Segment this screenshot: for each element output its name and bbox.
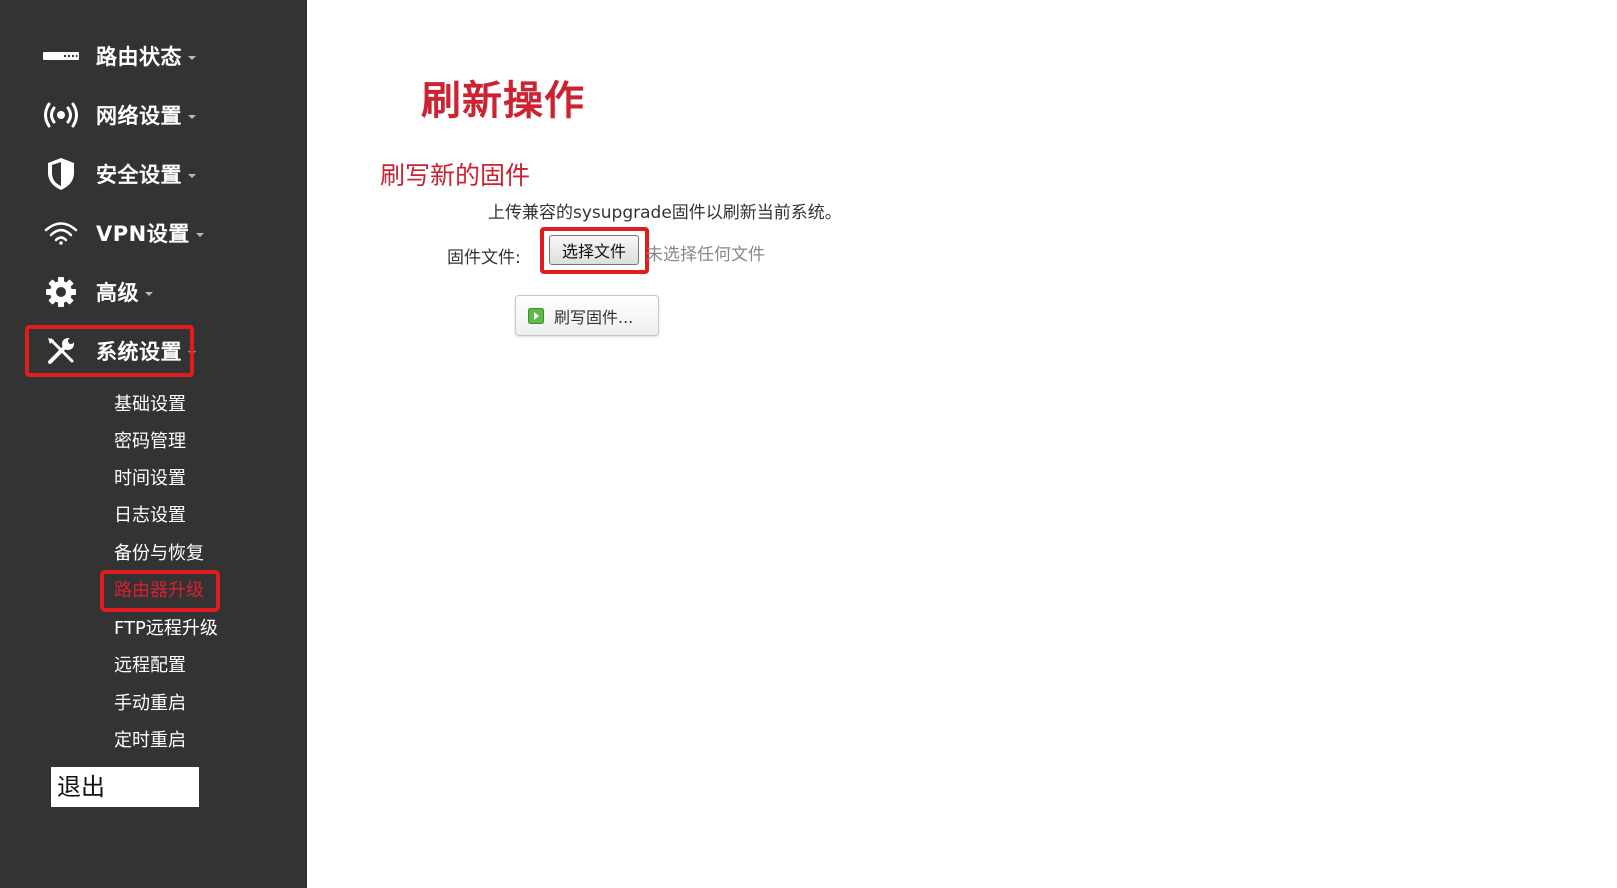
router-icon (40, 38, 82, 74)
wireless-signal-icon (40, 97, 82, 133)
flash-firmware-label: 刷写固件... (554, 307, 634, 327)
shield-icon (40, 156, 82, 192)
logout-button[interactable]: 退出 (51, 767, 199, 807)
nav-item-vpn-settings[interactable]: VPN设置 (40, 213, 204, 253)
gear-icon (40, 274, 82, 310)
submenu-item-ftp-remote-upgrade[interactable]: FTP远程升级 (114, 616, 218, 642)
submenu-item-basic-settings[interactable]: 基础设置 (114, 392, 186, 418)
nav-label: VPN设置 (96, 222, 190, 246)
submenu-item-router-upgrade[interactable]: 路由器升级 (114, 578, 204, 604)
nav-item-advanced[interactable]: 高级 (40, 272, 153, 312)
submenu-item-manual-reboot[interactable]: 手动重启 (114, 691, 186, 717)
nav-label: 路由状态 (96, 45, 182, 69)
caret-down-icon (188, 55, 196, 60)
section-description: 上传兼容的sysupgrade固件以刷新当前系统。 (488, 203, 842, 223)
nav-label: 高级 (96, 281, 139, 305)
nav-item-security-settings[interactable]: 安全设置 (40, 154, 196, 194)
app-root: 路由状态 网络设置 安全设置 VPN设置 高级 系统设置 基础设置 密码管理 时… (0, 0, 1617, 888)
caret-down-icon (195, 232, 204, 237)
no-file-selected-text: 未选择任何文件 (646, 245, 765, 265)
choose-file-button[interactable]: 选择文件 (549, 235, 639, 265)
section-title: 刷写新的固件 (380, 161, 531, 190)
caret-down-icon (188, 114, 196, 119)
nav-label: 系统设置 (96, 340, 182, 364)
tools-icon (40, 333, 82, 369)
caret-down-icon (188, 173, 196, 178)
submenu-item-scheduled-reboot[interactable]: 定时重启 (114, 728, 186, 754)
submenu-item-log-settings[interactable]: 日志设置 (114, 503, 186, 529)
nav-label: 网络设置 (96, 104, 182, 128)
nav-item-system-settings[interactable]: 系统设置 (40, 331, 196, 371)
submenu-item-time-settings[interactable]: 时间设置 (114, 466, 186, 492)
caret-down-icon (145, 291, 153, 296)
firmware-file-label: 固件文件: (447, 248, 521, 268)
submenu-item-backup-restore[interactable]: 备份与恢复 (114, 541, 204, 567)
sidebar: 路由状态 网络设置 安全设置 VPN设置 高级 系统设置 基础设置 密码管理 时… (0, 0, 307, 888)
nav-label: 安全设置 (96, 163, 182, 187)
play-icon (528, 307, 544, 324)
submenu-item-remote-config[interactable]: 远程配置 (114, 653, 186, 679)
wifi-icon (40, 215, 82, 251)
nav-item-router-status[interactable]: 路由状态 (40, 36, 196, 76)
page-title: 刷新操作 (421, 78, 585, 124)
caret-down-icon (188, 350, 196, 355)
submenu-item-password-management[interactable]: 密码管理 (114, 429, 186, 455)
nav-item-network-settings[interactable]: 网络设置 (40, 95, 196, 135)
flash-firmware-button[interactable]: 刷写固件... (515, 295, 659, 336)
